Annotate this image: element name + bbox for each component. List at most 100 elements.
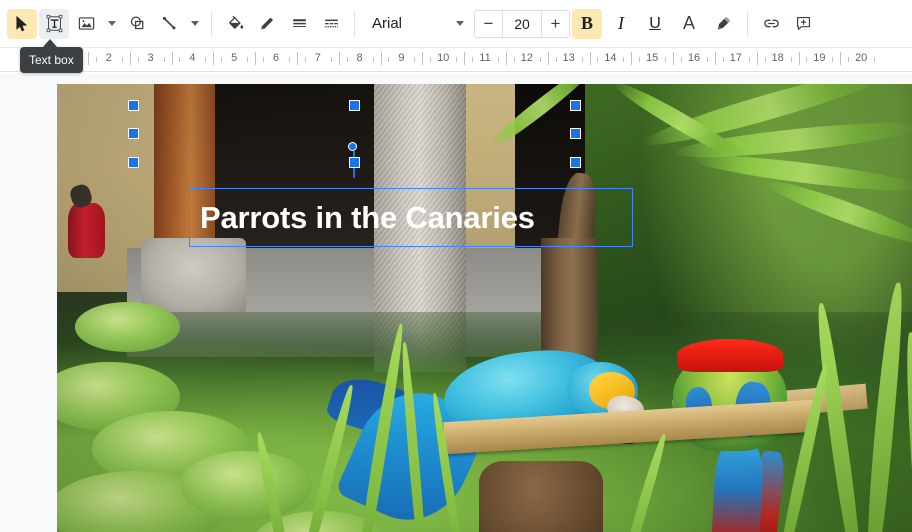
resize-handle-top-center[interactable] — [348, 99, 360, 111]
resize-handle-bottom-right[interactable] — [569, 156, 581, 168]
toolbar-divider — [747, 10, 748, 37]
ruler-label: 20 — [855, 52, 868, 64]
font-size-stepper: − 20 + — [474, 9, 570, 38]
ruler-tick-minor — [722, 57, 724, 62]
select-tool[interactable] — [7, 8, 37, 39]
font-family-select[interactable]: Arial — [362, 9, 470, 39]
resize-handle-bottom-center[interactable] — [348, 156, 360, 168]
font-size-increase-button[interactable]: + — [542, 11, 569, 37]
resize-handle-middle-right[interactable] — [569, 127, 581, 139]
ruler-tick-minor — [330, 57, 332, 62]
ruler-tick-minor — [179, 57, 181, 62]
slides-editor-window: Arial − 20 + B I U A Text box 2 3 4 5 6 … — [0, 0, 912, 532]
ruler-tick-minor — [346, 57, 348, 62]
main-toolbar: Arial − 20 + B I U A — [0, 0, 912, 48]
resize-handle-top-right[interactable] — [569, 99, 581, 111]
ruler-tick-minor — [848, 57, 850, 62]
ruler-tick-major — [213, 52, 215, 65]
ruler-label: 16 — [687, 52, 701, 64]
shape-tool[interactable] — [122, 9, 152, 39]
slide-canvas-area[interactable]: Parrots in the Canaries — [0, 73, 912, 532]
fill-color-tool[interactable] — [220, 9, 250, 39]
ruler-label: 5 — [231, 52, 238, 64]
ruler-tick-minor — [205, 57, 207, 62]
pencil-icon — [260, 17, 273, 30]
image-tool-dropdown[interactable] — [102, 9, 121, 39]
highlight-color-button[interactable] — [708, 9, 738, 39]
ruler-tick-major — [87, 52, 89, 65]
ruler-tick-minor — [95, 57, 97, 62]
ruler-tick-major — [171, 52, 173, 65]
ruler-tick-major — [840, 52, 842, 65]
ruler-tick-minor — [665, 57, 667, 62]
insert-image-tool[interactable] — [71, 9, 101, 39]
ruler-tick-major — [464, 52, 466, 65]
border-color-tool[interactable] — [252, 9, 282, 39]
link-icon — [763, 19, 779, 28]
line-icon — [162, 16, 175, 30]
insert-link-button[interactable] — [756, 9, 786, 39]
add-comment-button[interactable] — [788, 9, 818, 39]
ruler-tick-major — [505, 52, 507, 65]
ruler-tick-minor — [707, 57, 708, 62]
text-color-button[interactable]: A — [674, 9, 704, 39]
ruler-tick-minor — [748, 57, 750, 62]
comment-plus-icon — [796, 16, 810, 30]
ruler-tick-minor — [806, 57, 808, 62]
ruler-tick-minor — [456, 57, 458, 62]
ruler-tick-major — [714, 52, 716, 65]
ruler-tick-minor — [289, 57, 290, 62]
ruler-tick-major — [380, 52, 382, 65]
ruler-tick-minor — [121, 57, 123, 62]
ruler-tick-major — [338, 52, 340, 65]
ruler-tick-minor — [472, 57, 473, 62]
horizontal-ruler[interactable]: 1234567891011121314151617181920 — [0, 48, 912, 72]
ruler-tick-major — [756, 52, 758, 65]
line-tool-dropdown[interactable] — [185, 9, 204, 39]
ruler-label: 10 — [437, 52, 450, 64]
tooltip-arrow — [43, 39, 57, 47]
ruler-tick-minor — [221, 57, 223, 62]
font-family-value: Arial — [372, 15, 403, 32]
tooltip: Text box — [20, 47, 83, 73]
ruler-label: 13 — [562, 52, 575, 64]
ruler-label: 9 — [398, 52, 405, 64]
ruler-label: 17 — [729, 52, 742, 64]
ruler-label: 15 — [646, 52, 659, 64]
border-dash-tool[interactable] — [316, 9, 346, 39]
toolbar-divider — [211, 10, 212, 37]
ruler-tick-minor — [623, 57, 625, 62]
line-tool[interactable] — [154, 9, 184, 39]
font-size-input[interactable]: 20 — [502, 10, 542, 37]
ruler-tick-major — [547, 52, 549, 65]
ruler-label: 4 — [189, 52, 196, 64]
rotation-handle[interactable] — [348, 142, 357, 151]
ruler-tick-minor — [247, 57, 249, 62]
ruler-tick-minor — [137, 57, 139, 62]
resize-handle-top-left[interactable] — [127, 99, 139, 111]
title-textbox-text: Parrots in the Canaries — [200, 199, 535, 235]
title-textbox[interactable]: Parrots in the Canaries — [189, 188, 633, 247]
ruler-tick-minor — [832, 57, 834, 62]
font-size-decrease-button[interactable]: − — [475, 11, 502, 37]
text-box-tool[interactable] — [39, 8, 69, 39]
underline-button[interactable]: U — [640, 9, 670, 39]
shape-icon — [130, 16, 143, 30]
ruler-tick-major — [798, 52, 800, 65]
resize-handle-bottom-left[interactable] — [127, 156, 139, 168]
ruler-label: 11 — [479, 52, 491, 64]
ruler-label: 2 — [105, 52, 112, 64]
ruler-tick-minor — [513, 57, 515, 62]
bold-button[interactable]: B — [572, 8, 602, 39]
ruler-label: 3 — [147, 52, 154, 64]
ruler-tick-minor — [764, 57, 766, 62]
ruler-tick-major — [589, 52, 591, 65]
resize-handle-middle-left[interactable] — [127, 127, 139, 139]
ruler-tick-minor — [874, 57, 876, 62]
border-weight-tool[interactable] — [284, 9, 314, 39]
slide[interactable]: Parrots in the Canaries — [57, 84, 912, 532]
italic-button[interactable]: I — [606, 9, 636, 39]
ruler-label: 7 — [314, 52, 321, 64]
border-weight-icon — [292, 19, 306, 28]
ruler-tick-minor — [639, 57, 641, 62]
